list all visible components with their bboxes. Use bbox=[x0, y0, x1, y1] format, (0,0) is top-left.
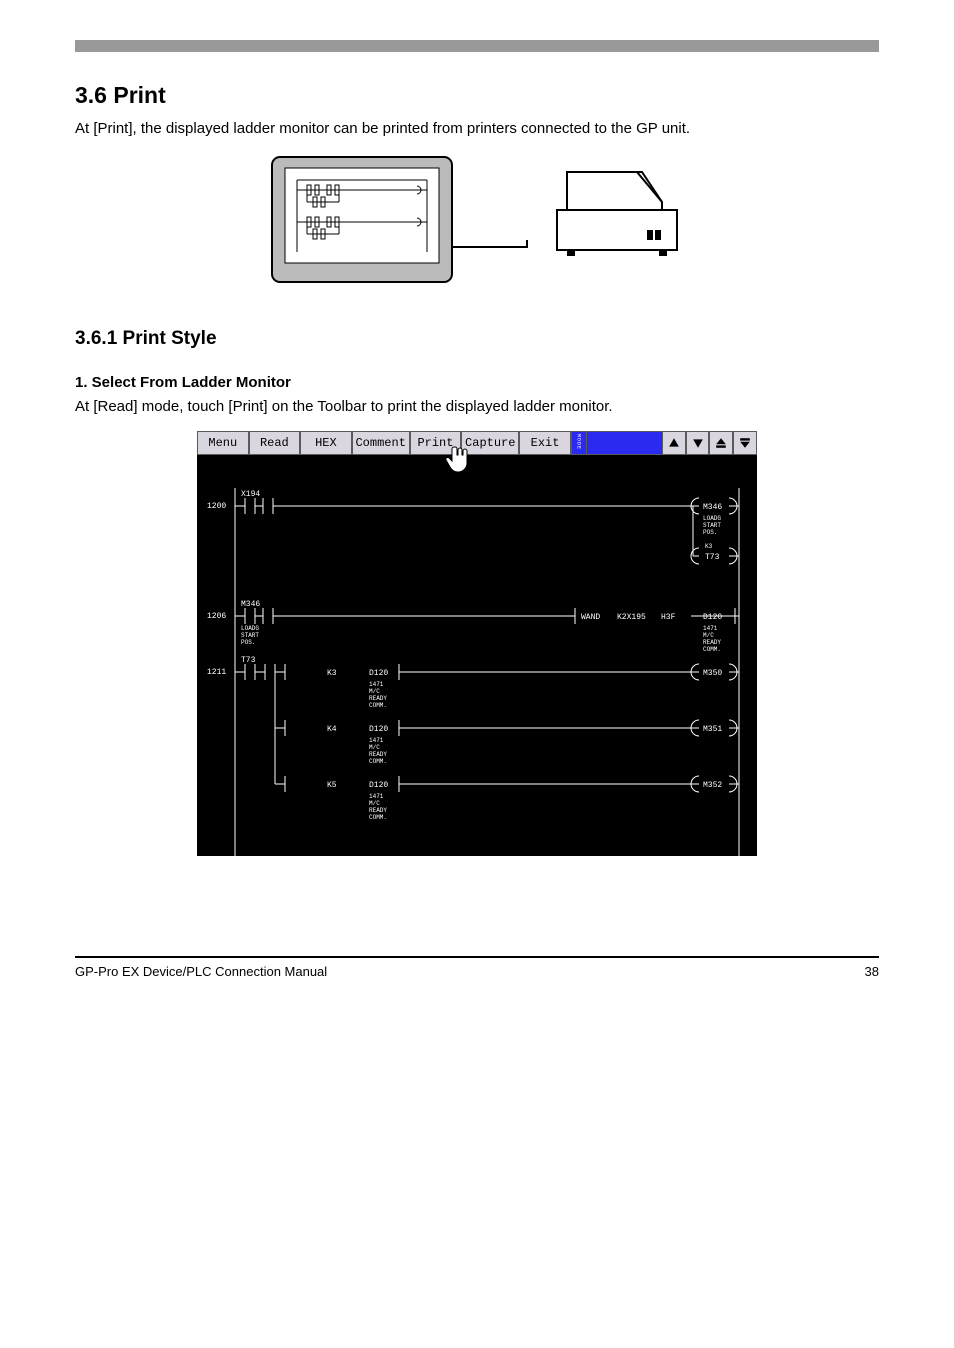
svg-text:COMM.: COMM. bbox=[369, 758, 387, 765]
svg-text:COMM.: COMM. bbox=[703, 646, 721, 653]
svg-text:M350: M350 bbox=[703, 669, 722, 678]
page-up-button[interactable] bbox=[709, 431, 733, 455]
header-bar bbox=[75, 40, 879, 52]
svg-text:M352: M352 bbox=[703, 781, 722, 790]
svg-text:1471: 1471 bbox=[369, 681, 384, 688]
item-heading: 1. Select From Ladder Monitor bbox=[75, 374, 879, 391]
svg-text:READY: READY bbox=[703, 639, 721, 646]
ladder-canvas: 1200 X194 M346 LOADG START POS. bbox=[197, 456, 757, 856]
read-button[interactable]: Read bbox=[249, 431, 301, 455]
svg-text:READY: READY bbox=[369, 751, 387, 758]
menu-button[interactable]: Menu bbox=[197, 431, 249, 455]
scroll-up-button[interactable] bbox=[662, 431, 686, 455]
svg-text:READY: READY bbox=[369, 807, 387, 814]
svg-text:D120: D120 bbox=[369, 725, 388, 734]
svg-text:X194: X194 bbox=[241, 490, 260, 499]
svg-text:T73: T73 bbox=[705, 553, 720, 562]
svg-text:LOADG: LOADG bbox=[703, 515, 721, 522]
comment-button[interactable]: Comment bbox=[352, 431, 410, 455]
svg-text:M/C: M/C bbox=[369, 688, 380, 695]
svg-text:COMM.: COMM. bbox=[369, 814, 387, 821]
print-button[interactable]: Print bbox=[410, 431, 462, 455]
svg-text:M/C: M/C bbox=[703, 632, 714, 639]
svg-text:POS.: POS. bbox=[703, 529, 717, 536]
toolbar: Menu Read HEX Comment Print Capture Exit… bbox=[197, 431, 757, 456]
diagram-monitor-to-printer bbox=[267, 152, 687, 292]
svg-text:1471: 1471 bbox=[703, 625, 718, 632]
svg-text:K5: K5 bbox=[327, 781, 337, 790]
footer-rule bbox=[75, 956, 879, 958]
section-intro: At [Print], the displayed ladder monitor… bbox=[75, 117, 879, 140]
section-heading: 3.6 Print bbox=[75, 82, 879, 109]
svg-text:1211: 1211 bbox=[207, 668, 226, 677]
svg-text:M/C: M/C bbox=[369, 744, 380, 751]
hex-button[interactable]: HEX bbox=[300, 431, 352, 455]
section-number: 3.6 bbox=[75, 82, 107, 108]
svg-text:K2X195: K2X195 bbox=[617, 613, 646, 622]
svg-text:M/C: M/C bbox=[369, 800, 380, 807]
section-title-text: Print bbox=[113, 82, 165, 108]
svg-text:M351: M351 bbox=[703, 725, 722, 734]
svg-text:1206: 1206 bbox=[207, 612, 226, 621]
svg-text:K3: K3 bbox=[705, 543, 713, 550]
svg-text:K3: K3 bbox=[327, 669, 337, 678]
svg-text:D120: D120 bbox=[369, 669, 388, 678]
svg-text:T73: T73 bbox=[241, 656, 256, 665]
page-down-button[interactable] bbox=[733, 431, 757, 455]
capture-button[interactable]: Capture bbox=[461, 431, 519, 455]
svg-text:D120: D120 bbox=[369, 781, 388, 790]
mode-badge: MODE bbox=[571, 431, 587, 455]
svg-text:START: START bbox=[241, 632, 259, 639]
svg-text:LOADG: LOADG bbox=[241, 625, 259, 632]
footer-right: 38 bbox=[865, 964, 879, 979]
item-body: At [Read] mode, touch [Print] on the Too… bbox=[75, 395, 879, 418]
svg-text:1471: 1471 bbox=[369, 737, 384, 744]
footer-left: GP-Pro EX Device/PLC Connection Manual bbox=[75, 964, 327, 979]
svg-text:1200: 1200 bbox=[207, 502, 226, 511]
svg-text:POS.: POS. bbox=[241, 639, 255, 646]
exit-button[interactable]: Exit bbox=[519, 431, 571, 455]
ladder-monitor-screenshot: Menu Read HEX Comment Print Capture Exit… bbox=[197, 431, 757, 856]
svg-text:D120: D120 bbox=[703, 613, 722, 622]
svg-text:H3F: H3F bbox=[661, 613, 676, 622]
svg-text:1471: 1471 bbox=[369, 793, 384, 800]
svg-text:START: START bbox=[703, 522, 721, 529]
subsection-heading: 3.6.1 Print Style bbox=[75, 328, 879, 350]
svg-text:COMM.: COMM. bbox=[369, 702, 387, 709]
svg-text:WAND: WAND bbox=[581, 613, 600, 622]
svg-text:READY: READY bbox=[369, 695, 387, 702]
toolbar-spacer bbox=[587, 431, 662, 455]
svg-text:K4: K4 bbox=[327, 725, 337, 734]
scroll-down-button[interactable] bbox=[686, 431, 710, 455]
svg-text:M346: M346 bbox=[241, 600, 260, 609]
svg-text:M346: M346 bbox=[703, 503, 722, 512]
